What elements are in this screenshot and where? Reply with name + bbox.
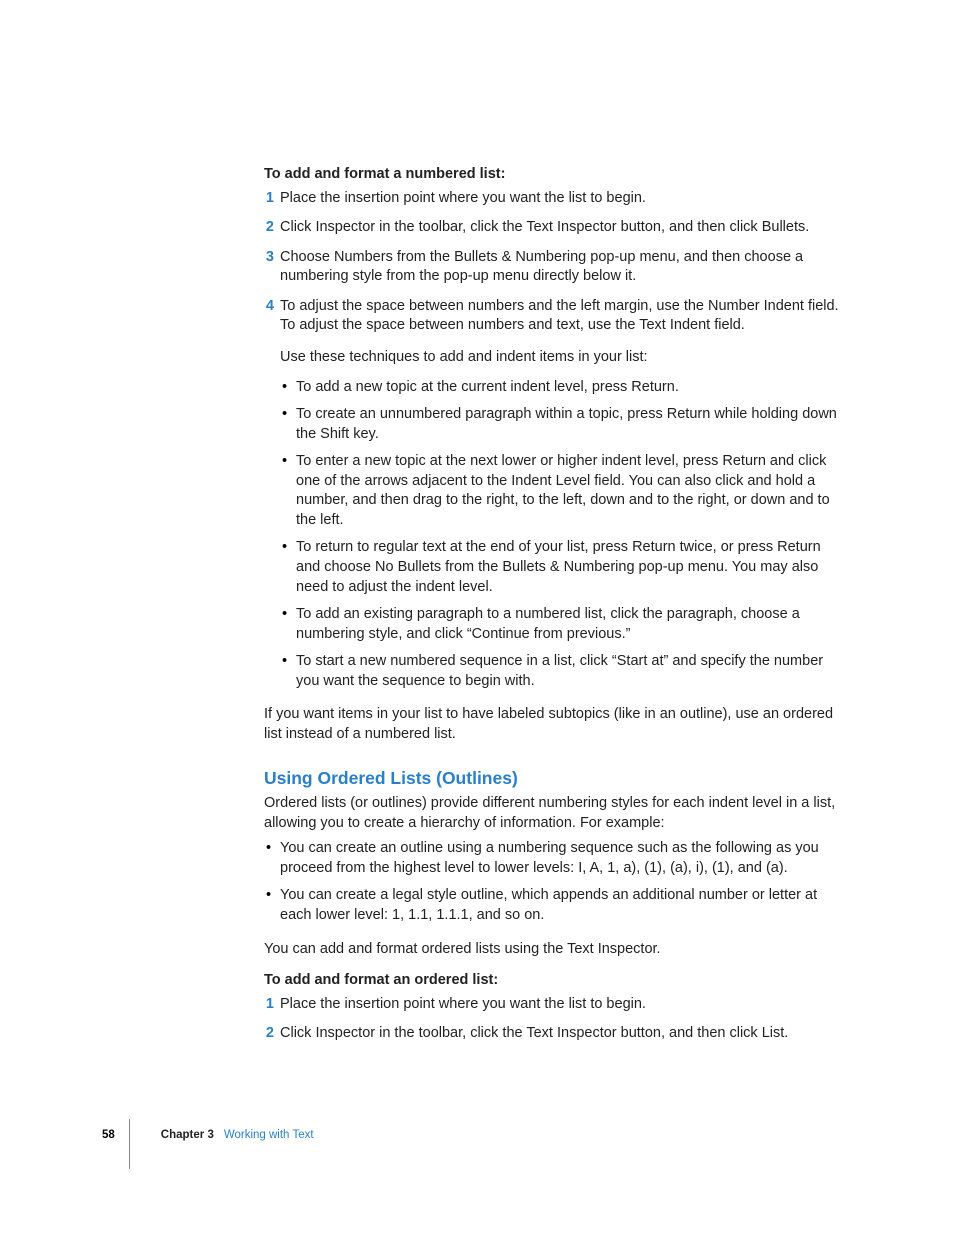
section1-closing: If you want items in your list to have l… bbox=[264, 705, 848, 744]
ordered-list-steps: 1 Place the insertion point where you wa… bbox=[264, 995, 848, 1044]
techniques-lead: Use these techniques to add and indent i… bbox=[280, 348, 848, 368]
chapter-line: Chapter 3 Working with Text bbox=[161, 1129, 314, 1141]
step-item: 3 Choose Numbers from the Bullets & Numb… bbox=[264, 248, 848, 287]
technique-item: To create an unnumbered paragraph within… bbox=[280, 405, 848, 444]
step-text: Click Inspector in the toolbar, click th… bbox=[280, 1025, 788, 1041]
ordered-lists-body: You can add and format ordered lists usi… bbox=[264, 940, 848, 960]
technique-item: To add an existing paragraph to a number… bbox=[280, 605, 848, 644]
step-text: Place the insertion point where you want… bbox=[280, 996, 646, 1012]
chapter-label: Chapter 3 bbox=[161, 1129, 214, 1141]
step-item: 2 Click Inspector in the toolbar, click … bbox=[264, 1024, 848, 1044]
step-text: Click Inspector in the toolbar, click th… bbox=[280, 219, 809, 235]
technique-item: To return to regular text at the end of … bbox=[280, 538, 848, 597]
technique-item: To enter a new topic at the next lower o… bbox=[280, 452, 848, 530]
example-item: You can create a legal style outline, wh… bbox=[264, 886, 848, 925]
technique-item: To add a new topic at the current indent… bbox=[280, 378, 848, 398]
example-item: You can create an outline using a number… bbox=[264, 839, 848, 878]
step-text: Choose Numbers from the Bullets & Number… bbox=[280, 249, 803, 285]
step-number: 3 bbox=[260, 248, 274, 268]
step-item: 1 Place the insertion point where you wa… bbox=[264, 995, 848, 1015]
chapter-title: Working with Text bbox=[224, 1129, 314, 1141]
technique-item: To start a new numbered sequence in a li… bbox=[280, 652, 848, 691]
page-number: 58 bbox=[102, 1129, 115, 1141]
step-number: 1 bbox=[260, 995, 274, 1015]
numbered-list-intro: To add and format a numbered list: bbox=[264, 165, 848, 185]
page-footer: 58 Chapter 3 Working with Text bbox=[102, 1129, 314, 1141]
step-text: Place the insertion point where you want… bbox=[280, 190, 646, 206]
step-text: To adjust the space between numbers and … bbox=[280, 298, 839, 334]
step-item: 2 Click Inspector in the toolbar, click … bbox=[264, 218, 848, 238]
page-content: To add and format a numbered list: 1 Pla… bbox=[264, 165, 848, 1054]
step-number: 4 bbox=[260, 297, 274, 317]
numbered-list-steps: 1 Place the insertion point where you wa… bbox=[264, 189, 848, 692]
step-item: 4 To adjust the space between numbers an… bbox=[264, 297, 848, 692]
step-number: 2 bbox=[260, 1024, 274, 1044]
footer-rule bbox=[129, 1119, 130, 1169]
ordered-lists-heading: Using Ordered Lists (Outlines) bbox=[264, 767, 848, 791]
ordered-lists-intro: Ordered lists (or outlines) provide diff… bbox=[264, 794, 848, 833]
step-number: 1 bbox=[260, 189, 274, 209]
ordered-lists-examples: You can create an outline using a number… bbox=[264, 839, 848, 925]
step-item: 1 Place the insertion point where you wa… bbox=[264, 189, 848, 209]
step-number: 2 bbox=[260, 218, 274, 238]
ordered-steps-intro: To add and format an ordered list: bbox=[264, 971, 848, 991]
techniques-list: To add a new topic at the current indent… bbox=[280, 378, 848, 692]
